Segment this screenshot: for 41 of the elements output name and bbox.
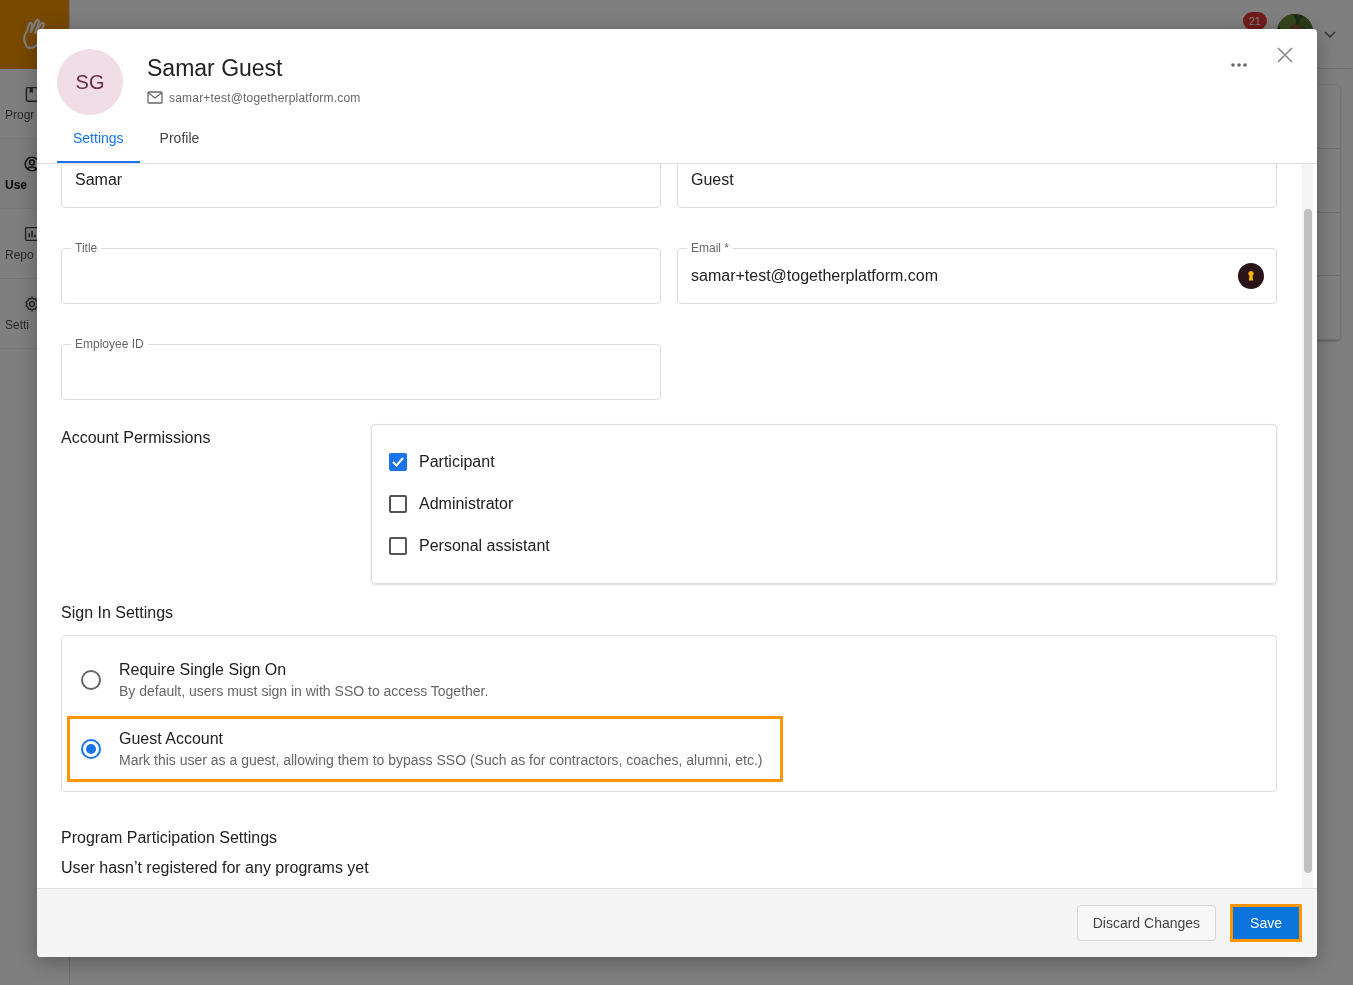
discard-button[interactable]: Discard Changes bbox=[1076, 905, 1217, 941]
input-field[interactable]: Email * samar+test@togetherplatform.com bbox=[677, 241, 1277, 304]
chart-icon bbox=[24, 225, 40, 242]
field-value[interactable]: samar+test@togetherplatform.com bbox=[687, 255, 1238, 303]
section-heading: Program Participation Settings bbox=[61, 829, 279, 847]
user-email: samar+test@togetherplatform.com bbox=[169, 90, 361, 105]
scrollbar-thumb[interactable] bbox=[1304, 209, 1312, 873]
user-icon bbox=[24, 155, 40, 172]
tab[interactable]: Profile bbox=[143, 115, 216, 163]
radio-button[interactable] bbox=[81, 670, 101, 690]
checkbox[interactable] bbox=[389, 537, 407, 555]
option-title: Guest Account bbox=[119, 729, 225, 749]
chevron-icon[interactable] bbox=[1323, 30, 1337, 39]
checkbox-label: Administrator bbox=[419, 495, 514, 513]
more-icon bbox=[1231, 63, 1247, 67]
section-heading: Account Permissions bbox=[61, 428, 212, 448]
checkbox-label: Participant bbox=[419, 453, 495, 471]
user-name: Samar Guest bbox=[147, 55, 284, 82]
save-button[interactable]: Save bbox=[1230, 904, 1302, 942]
mail-icon bbox=[147, 90, 163, 105]
option-description: By default, users must sign in with SSO to access Together. bbox=[119, 682, 489, 701]
input-field[interactable]: Title bbox=[61, 241, 661, 304]
notification-badge: 21 bbox=[1242, 12, 1267, 30]
keyhole-icon[interactable] bbox=[1238, 263, 1264, 289]
tab[interactable]: Settings bbox=[57, 115, 140, 163]
field-label: Title bbox=[74, 241, 99, 255]
field-label: Employee ID bbox=[74, 337, 145, 351]
user-avatar: SG bbox=[57, 49, 123, 115]
radio-button[interactable] bbox=[81, 739, 101, 759]
option-description: Mark this user as a guest, allowing them to bypass SSO (Such as for contractors, coaches, alumni, etc.) bbox=[119, 751, 763, 770]
checkbox-label: Personal assistant bbox=[419, 537, 550, 555]
option-title: Require Single Sign On bbox=[119, 660, 288, 680]
section-heading: Sign In Settings bbox=[61, 604, 175, 622]
gear-icon bbox=[24, 295, 40, 312]
checkbox[interactable] bbox=[389, 495, 407, 513]
close-icon bbox=[1277, 47, 1293, 63]
scrollbar[interactable] bbox=[1302, 164, 1313, 888]
empty-message: User hasn’t registered for any programs yet bbox=[61, 859, 370, 877]
checkbox[interactable] bbox=[389, 453, 407, 471]
field-label: Email * bbox=[690, 241, 730, 255]
input-field[interactable]: Employee ID bbox=[61, 337, 661, 400]
